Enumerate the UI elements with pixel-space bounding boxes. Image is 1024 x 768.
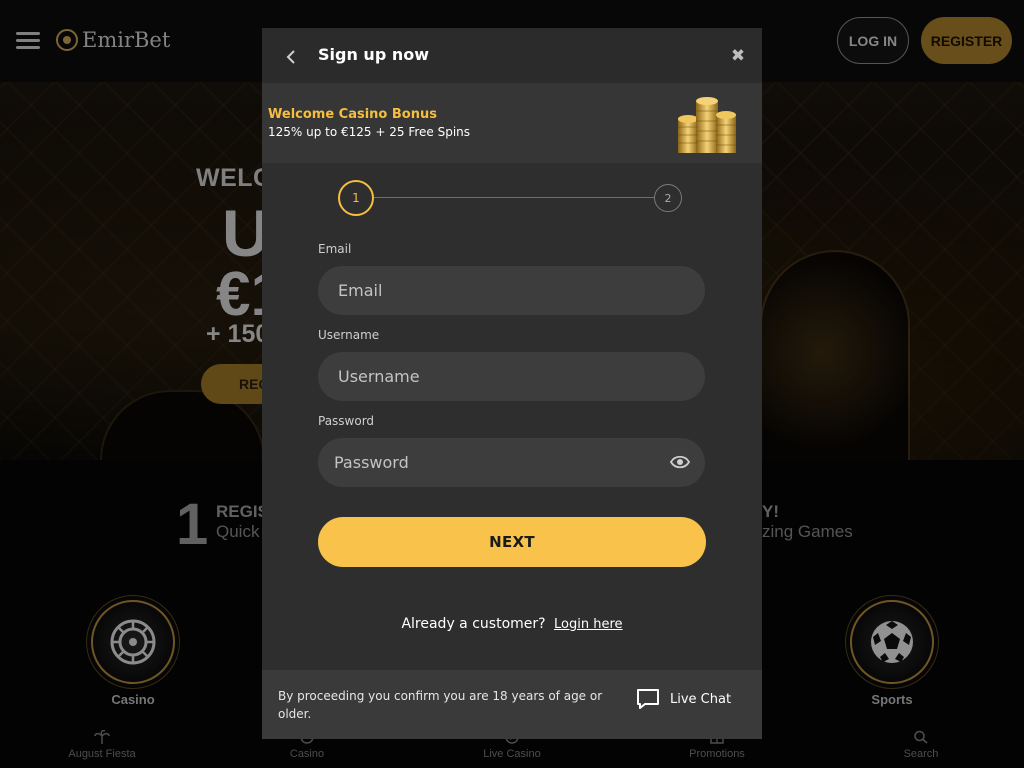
bonus-title: Welcome Casino Bonus [268,107,437,122]
close-icon[interactable]: ✖ [728,46,748,66]
signup-modal: Sign up now ✖ Welcome Casino Bonus 125% … [262,28,762,739]
signup-stepper: 1 2 [338,180,684,216]
username-label: Username [318,328,380,342]
modal-title: Sign up now [318,45,429,64]
email-label: Email [318,242,352,256]
bonus-description: 125% up to €125 + 25 Free Spins [268,125,471,139]
live-chat-button[interactable]: Live Chat [636,688,731,710]
age-disclaimer: By proceeding you confirm you are 18 yea… [278,689,603,721]
show-password-eye-icon[interactable] [670,454,690,470]
gold-coins-icon [678,97,736,153]
username-field[interactable] [318,352,705,401]
already-customer-row: Already a customer? Login here [262,616,762,632]
stepper-line [374,197,654,198]
password-label: Password [318,414,375,428]
welcome-bonus-banner: Welcome Casino Bonus 125% up to €125 + 2… [262,83,762,163]
chat-bubble-icon [637,689,659,709]
password-field[interactable] [318,438,705,487]
step-indicator-1: 1 [338,180,374,216]
modal-footer: By proceeding you confirm you are 18 yea… [262,670,762,739]
already-customer-text: Already a customer? [401,616,546,632]
step-indicator-2: 2 [654,184,682,212]
email-field[interactable] [318,266,705,315]
next-button[interactable]: NEXT [318,517,706,567]
login-here-link[interactable]: Login here [554,617,623,632]
live-chat-label: Live Chat [670,691,732,707]
back-chevron-icon[interactable] [280,46,302,68]
modal-header: Sign up now ✖ [262,28,762,83]
